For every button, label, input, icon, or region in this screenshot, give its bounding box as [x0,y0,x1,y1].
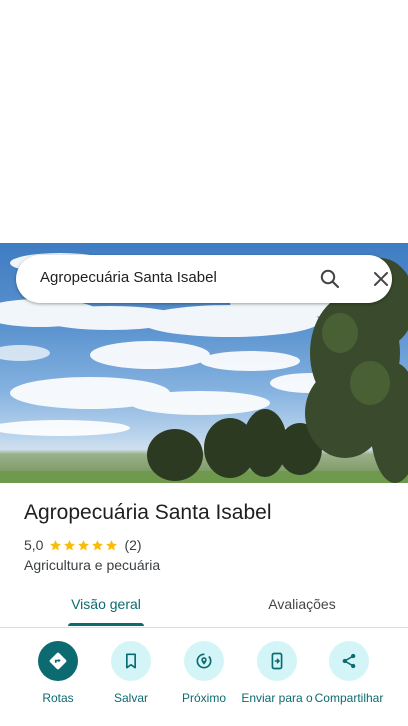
search-bar[interactable]: Agropecuária Santa Isabel [16,255,392,303]
send-to-phone-button[interactable]: Enviar para o [241,641,313,706]
place-category[interactable]: Agricultura e pecuária [24,557,160,573]
close-icon[interactable] [369,267,393,291]
star-icon [64,539,76,550]
bookmark-icon [111,641,151,681]
share-icon [329,641,369,681]
nearby-button[interactable]: Próximo [168,641,240,706]
action-buttons: Rotas Salvar Próximo Enviar para o Compa… [0,641,408,726]
nearby-label: Próximo [181,691,226,705]
star-icon [50,539,62,550]
share-button[interactable]: Compartilhar [313,641,385,706]
nearby-icon [184,641,224,681]
share-label: Compartilhar [314,691,384,705]
directions-button[interactable]: Rotas [22,641,94,706]
directions-icon [38,641,78,681]
tab-overview[interactable]: Visão geral [40,590,172,626]
review-count[interactable]: (2) [124,537,141,553]
place-title: Agropecuária Santa Isabel [24,501,272,524]
save-label: Salvar [113,691,148,705]
active-tab-indicator [68,623,144,626]
star-rating [49,539,118,552]
directions-label: Rotas [42,691,74,705]
star-icon [92,539,104,550]
save-button[interactable]: Salvar [95,641,167,706]
send-to-phone-icon [257,641,297,681]
rating-value: 5,0 [24,537,44,553]
tab-reviews[interactable]: Avaliações [236,590,368,626]
star-icon [78,539,90,550]
tabs-divider [0,627,408,628]
send-label: Enviar para o [241,691,313,705]
place-tabs: Visão geral Avaliações [0,590,408,628]
rating-row[interactable]: 5,0 (2) [24,536,142,554]
map-blank-area [0,0,408,243]
search-input[interactable]: Agropecuária Santa Isabel [40,269,217,286]
search-icon[interactable] [318,267,342,291]
star-icon [106,539,118,550]
